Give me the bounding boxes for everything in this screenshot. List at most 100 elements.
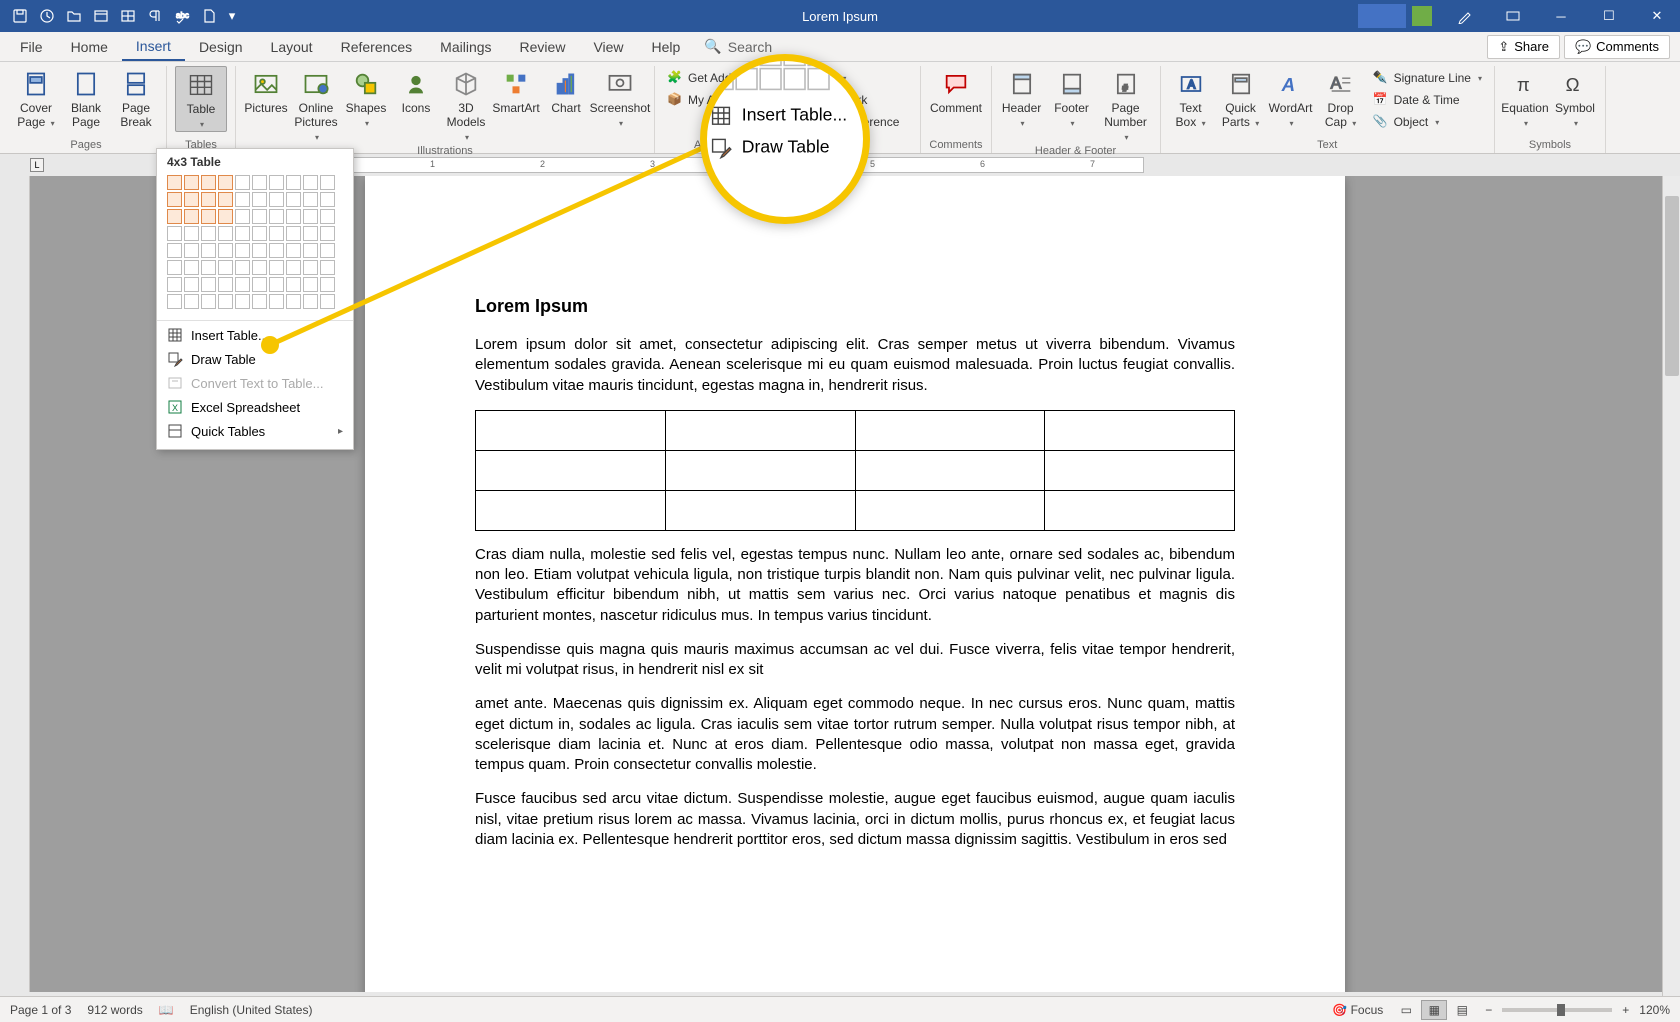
table-grid-cell[interactable]: [303, 175, 318, 190]
table-grid-cell[interactable]: [218, 243, 233, 258]
tab-insert[interactable]: Insert: [122, 32, 185, 61]
3d-models-button[interactable]: 3D Models ▾: [444, 66, 488, 143]
table-grid-cell[interactable]: [184, 260, 199, 275]
draw-mode-icon[interactable]: [1442, 0, 1488, 32]
table-grid-cell[interactable]: [167, 209, 182, 224]
quick-parts-button[interactable]: Quick Parts ▾: [1219, 66, 1263, 130]
pictures-button[interactable]: Pictures: [244, 66, 288, 116]
table-grid-cell[interactable]: [303, 209, 318, 224]
table-grid-cell[interactable]: [218, 294, 233, 309]
tab-selector[interactable]: L: [30, 158, 44, 172]
table-grid-cell[interactable]: [303, 260, 318, 275]
table-grid-cell[interactable]: [184, 226, 199, 241]
table-grid-cell[interactable]: [269, 243, 284, 258]
table-button[interactable]: Table▾: [175, 66, 227, 132]
table-grid-cell[interactable]: [235, 294, 250, 309]
header-button[interactable]: Header▾: [1000, 66, 1044, 130]
online-pictures-button[interactable]: Online Pictures ▾: [294, 66, 338, 143]
table-grid-cell[interactable]: [286, 209, 301, 224]
table-grid-cell[interactable]: [269, 260, 284, 275]
table-grid-cell[interactable]: [252, 294, 267, 309]
paragraph-icon[interactable]: [143, 4, 167, 28]
shapes-button[interactable]: Shapes ▾: [344, 66, 388, 130]
quick-tables-menuitem[interactable]: Quick Tables ▸: [157, 419, 353, 443]
table-grid-cell[interactable]: [184, 243, 199, 258]
table-grid-cell[interactable]: [201, 209, 216, 224]
scrollbar-thumb[interactable]: [1665, 196, 1679, 376]
zoom-out-button[interactable]: −: [1485, 1003, 1492, 1017]
tab-design[interactable]: Design: [185, 32, 257, 61]
focus-mode-button[interactable]: 🎯 Focus: [1332, 1003, 1383, 1017]
account-avatar[interactable]: [1412, 6, 1432, 26]
draw-table-menuitem[interactable]: Draw Table: [157, 347, 353, 371]
drop-cap-button[interactable]: ADrop Cap ▾: [1319, 66, 1363, 130]
table-grid-cell[interactable]: [235, 175, 250, 190]
table-grid-cell[interactable]: [252, 209, 267, 224]
table-grid-cell[interactable]: [184, 192, 199, 207]
table-grid-cell[interactable]: [184, 175, 199, 190]
table-grid-cell[interactable]: [201, 192, 216, 207]
equation-button[interactable]: πEquation▾: [1503, 66, 1547, 130]
table-grid-cell[interactable]: [167, 192, 182, 207]
ribbon-display-icon[interactable]: [1490, 0, 1536, 32]
language-indicator[interactable]: English (United States): [190, 1003, 313, 1017]
table-grid-cell[interactable]: [286, 192, 301, 207]
smartart-button[interactable]: SmartArt: [494, 66, 538, 116]
table-grid-cell[interactable]: [201, 260, 216, 275]
date-time-button[interactable]: 📅Date & Time: [1369, 90, 1486, 110]
table-grid-cell[interactable]: [252, 192, 267, 207]
table-grid-cell[interactable]: [184, 209, 199, 224]
table-grid-cell[interactable]: [269, 192, 284, 207]
table-grid-cell[interactable]: [286, 277, 301, 292]
share-button[interactable]: ⇪Share: [1487, 35, 1560, 59]
tab-help[interactable]: Help: [638, 32, 695, 61]
tab-home[interactable]: Home: [57, 32, 122, 61]
table-grid-cell[interactable]: [235, 277, 250, 292]
table-grid-cell[interactable]: [320, 243, 335, 258]
new-doc-icon[interactable]: [197, 4, 221, 28]
insert-table-menuitem[interactable]: Insert Table...: [157, 323, 353, 347]
table-grid-cell[interactable]: [269, 277, 284, 292]
close-button[interactable]: ✕: [1634, 0, 1680, 32]
comment-button[interactable]: Comment: [930, 66, 982, 116]
table-size-grid[interactable]: [157, 173, 353, 318]
folder-icon[interactable]: [62, 4, 86, 28]
save-icon[interactable]: [8, 4, 32, 28]
table-grid-cell[interactable]: [167, 243, 182, 258]
object-button[interactable]: 📎Object ▾: [1369, 112, 1486, 132]
table-grid-cell[interactable]: [218, 226, 233, 241]
tab-references[interactable]: References: [327, 32, 427, 61]
table-grid-cell[interactable]: [218, 260, 233, 275]
print-layout-button[interactable]: ▦: [1421, 1000, 1447, 1020]
table-grid-cell[interactable]: [286, 175, 301, 190]
table-grid-cell[interactable]: [320, 175, 335, 190]
table-grid-cell[interactable]: [269, 209, 284, 224]
vertical-scrollbar[interactable]: [1662, 176, 1680, 996]
table-grid-cell[interactable]: [252, 243, 267, 258]
tab-review[interactable]: Review: [506, 32, 580, 61]
table-grid-cell[interactable]: [286, 294, 301, 309]
zoom-slider-thumb[interactable]: [1557, 1004, 1565, 1016]
table-grid-cell[interactable]: [201, 175, 216, 190]
table-grid-cell[interactable]: [320, 294, 335, 309]
table-grid-cell[interactable]: [320, 209, 335, 224]
tab-layout[interactable]: Layout: [257, 32, 327, 61]
page-break-button[interactable]: Page Break: [114, 66, 158, 130]
web-layout-button[interactable]: ▤: [1449, 1000, 1475, 1020]
read-mode-button[interactable]: ▭: [1393, 1000, 1419, 1020]
table-grid-cell[interactable]: [252, 226, 267, 241]
tab-mailings[interactable]: Mailings: [426, 32, 505, 61]
table-grid-cell[interactable]: [167, 175, 182, 190]
tab-file[interactable]: File: [6, 32, 57, 61]
screenshot-button[interactable]: Screenshot ▾: [594, 66, 646, 130]
page-indicator[interactable]: Page 1 of 3: [10, 1003, 71, 1017]
zoom-in-button[interactable]: +: [1622, 1003, 1629, 1017]
blank-page-button[interactable]: Blank Page: [64, 66, 108, 130]
table-grid-cell[interactable]: [252, 277, 267, 292]
table-grid-cell[interactable]: [303, 192, 318, 207]
table-grid-cell[interactable]: [269, 294, 284, 309]
table-grid-cell[interactable]: [320, 277, 335, 292]
table-grid-cell[interactable]: [167, 294, 182, 309]
icons-button[interactable]: Icons: [394, 66, 438, 116]
footer-button[interactable]: Footer▾: [1050, 66, 1094, 130]
